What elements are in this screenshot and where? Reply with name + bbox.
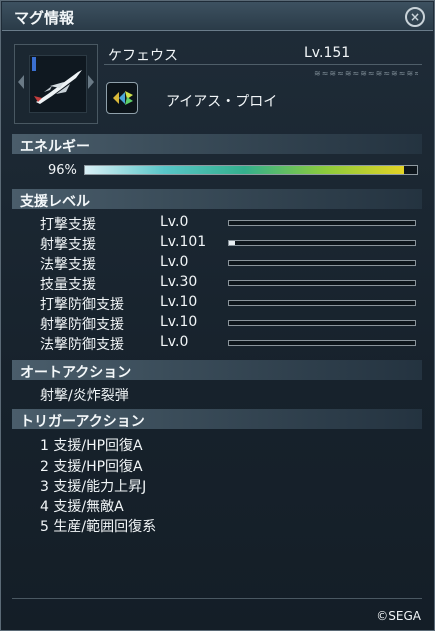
support-level: Lv.30 — [160, 274, 198, 290]
energy-header: エネルギー — [12, 134, 422, 155]
mag-portrait — [14, 44, 98, 124]
support-level: Lv.0 — [160, 214, 189, 230]
support-label: 技量支援 — [40, 277, 96, 293]
support-bar — [228, 300, 416, 306]
trigger-action-item: 1 支援/HP回復A — [40, 438, 143, 454]
support-level: Lv.10 — [160, 294, 198, 310]
mag-tag — [32, 57, 36, 71]
mag-image — [29, 55, 87, 113]
trigger-action-item: 3 支援/能力上昇J — [40, 479, 147, 495]
support-label: 打撃支援 — [40, 217, 96, 233]
support-label: 打撃防御支援 — [40, 297, 124, 313]
support-header: 支援レベル — [12, 189, 422, 210]
energy-percent: 96% — [48, 163, 77, 178]
chevron-right-icon[interactable] — [88, 75, 94, 89]
energy-heading: エネルギー — [20, 139, 90, 155]
photon-blast-icon — [106, 82, 138, 114]
divider — [104, 64, 422, 65]
support-heading: 支援レベル — [20, 194, 90, 210]
support-label: 射撃防御支援 — [40, 317, 124, 333]
mag-ship-icon — [34, 70, 82, 104]
trigger-action-item: 4 支援/無敵A — [40, 499, 124, 515]
support-level: Lv.101 — [160, 234, 207, 250]
photon-blast-emblem-icon — [113, 91, 133, 105]
support-bar-fill — [229, 241, 235, 245]
auto-action-heading: オートアクション — [20, 365, 132, 381]
support-label: 射撃支援 — [40, 237, 96, 253]
support-bar — [228, 320, 416, 326]
photon-blast-name: アイアス・プロイ — [166, 94, 278, 110]
energy-bar — [84, 165, 418, 175]
support-label: 法撃支援 — [40, 257, 96, 273]
auto-action-value: 射撃/炎炸裂弾 — [40, 388, 129, 404]
auto-action-header: オートアクション — [12, 360, 422, 381]
copyright: ©SEGA — [376, 609, 421, 623]
support-level: Lv.0 — [160, 334, 189, 350]
support-level: Lv.0 — [160, 254, 189, 270]
decorative-scribble: ≋≈≋≈≋≈≋≈≋≈≋≈≋≈≋ — [314, 69, 418, 78]
energy-bar-fill — [85, 166, 404, 174]
title-bar: マグ情報 × — [2, 2, 433, 31]
close-icon[interactable]: × — [405, 7, 425, 27]
support-bar — [228, 280, 416, 286]
trigger-action-header: トリガーアクション — [12, 409, 422, 430]
trigger-action-heading: トリガーアクション — [20, 414, 145, 430]
mag-name: ケフェウス — [108, 48, 178, 64]
trigger-action-item: 5 生産/範囲回復系 — [40, 519, 157, 535]
support-label: 法撃防御支援 — [40, 337, 124, 353]
support-bar — [228, 240, 416, 246]
support-level: Lv.10 — [160, 314, 198, 330]
support-bar — [228, 260, 416, 266]
chevron-left-icon[interactable] — [18, 75, 24, 89]
footer-divider — [12, 598, 422, 599]
support-bar — [228, 220, 416, 226]
trigger-action-item: 2 支援/HP回復A — [40, 459, 143, 475]
mag-level: Lv.151 — [304, 45, 351, 61]
window-title: マグ情報 — [14, 9, 75, 27]
support-bar — [228, 340, 416, 346]
